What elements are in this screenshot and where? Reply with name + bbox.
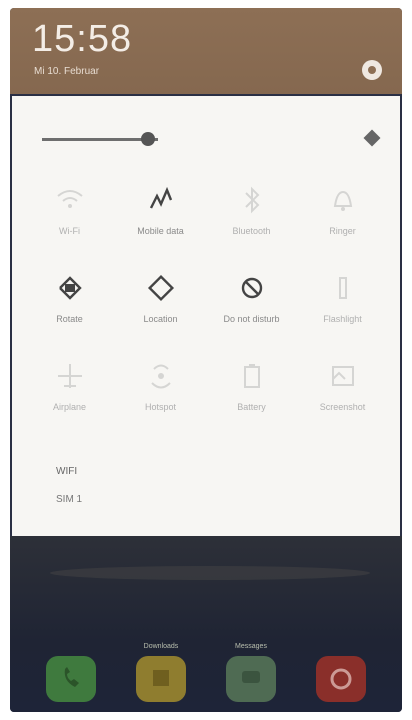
screenshot-icon <box>325 358 361 394</box>
quick-tile[interactable]: Battery <box>206 344 297 432</box>
dock-app[interactable]: Downloads <box>126 643 196 702</box>
dock-app-label: Downloads <box>143 642 179 650</box>
bell-icon <box>325 182 361 218</box>
quick-tile[interactable]: Wi-Fi <box>24 168 115 256</box>
brightness-thumb[interactable] <box>140 132 155 146</box>
quick-tile[interactable]: Screenshot <box>297 344 388 432</box>
battery-icon <box>234 358 270 394</box>
dock-app[interactable] <box>36 643 106 702</box>
quick-tile[interactable]: Hotspot <box>115 344 206 432</box>
quick-tiles-grid: Wi-Fi Mobile data Bluetooth Ringer Rotate Loc… <box>24 168 388 432</box>
settings-icon[interactable] <box>362 60 382 80</box>
location-icon <box>143 270 179 306</box>
dock-app[interactable] <box>306 643 376 702</box>
date: Mi 10. Februar <box>34 66 100 77</box>
clock: 15:58 <box>32 18 133 60</box>
rotate-icon <box>52 270 88 306</box>
quick-tile[interactable]: Airplane <box>24 344 115 432</box>
dock-app-label: Messages <box>235 642 267 650</box>
quick-tile-label: Battery <box>237 402 266 412</box>
quick-tile[interactable]: Do not disturb <box>206 256 297 344</box>
sim-label: SIM 1 <box>56 494 83 505</box>
quick-tile[interactable]: Mobile data <box>115 168 206 256</box>
hotspot-icon <box>143 358 179 394</box>
network-name: WIFI <box>56 466 78 477</box>
quick-tile-label: Rotate <box>56 314 83 324</box>
quick-tile-label: Wi-Fi <box>59 226 80 236</box>
quick-tile[interactable]: Ringer <box>297 168 388 256</box>
status-header: 15:58 Mi 10. Februar <box>10 8 402 94</box>
quick-tile-label: Bluetooth <box>232 226 271 236</box>
quick-tile[interactable]: Flashlight <box>297 256 388 344</box>
quick-tile[interactable]: Bluetooth <box>206 168 297 256</box>
flashlight-icon <box>325 270 361 306</box>
dock-app[interactable]: Messages <box>216 643 286 702</box>
quick-tile-label: Airplane <box>52 402 87 412</box>
app-dock: Downloads Messages <box>36 643 376 702</box>
quick-tile-label: Do not disturb <box>223 314 280 324</box>
auto-brightness-icon[interactable] <box>363 129 381 147</box>
browser-icon <box>316 655 366 702</box>
quick-tile-label: Flashlight <box>323 314 362 324</box>
messages-icon <box>226 655 276 702</box>
airplane-icon <box>52 358 88 394</box>
bluetooth-icon <box>234 182 270 218</box>
quick-tile-label: Location <box>143 314 178 324</box>
do-not-disturb-icon <box>234 270 270 306</box>
quick-tile-label: Hotspot <box>144 402 177 412</box>
home-wallpaper: Downloads Messages <box>10 536 402 712</box>
phone-icon <box>46 655 96 702</box>
quick-tile[interactable]: Rotate <box>24 256 115 344</box>
quick-tile-label: Ringer <box>329 226 356 236</box>
quick-tile-label: Screenshot <box>319 402 366 412</box>
quick-tile-label: Mobile data <box>137 226 184 236</box>
quick-settings-panel: Wi-Fi Mobile data Bluetooth Ringer Rotate Loc… <box>12 96 400 536</box>
screen: 15:58 Mi 10. Februar Wi-Fi Mobile data Blu… <box>10 8 402 712</box>
quick-tile[interactable]: Location <box>115 256 206 344</box>
wallpaper-landscape <box>50 566 370 580</box>
mobile-data-icon <box>143 182 179 218</box>
wifi-icon <box>52 182 88 218</box>
files-icon <box>136 655 186 702</box>
